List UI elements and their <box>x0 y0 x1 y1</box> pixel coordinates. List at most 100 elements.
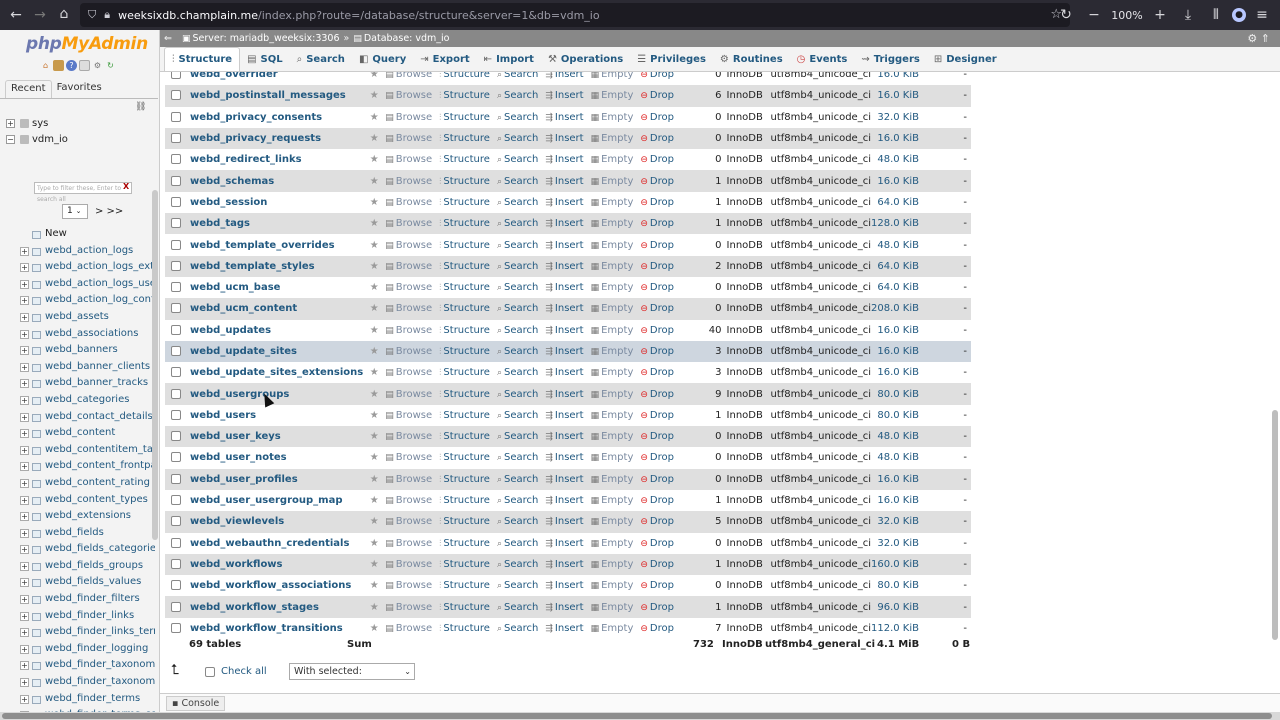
table-row[interactable]: webd_workflow_transitions ★ ▤ Browse ⫶ Struct… <box>165 617 971 639</box>
sidebar-item-label[interactable]: webd_action_logs_extensions <box>45 259 155 276</box>
sidebar-table-item[interactable]: + webd_banner_tracks <box>0 375 155 392</box>
browse-action[interactable]: ▤ Browse <box>385 112 432 123</box>
empty-action[interactable]: ▦ Empty <box>591 602 634 613</box>
expand-icon[interactable]: + <box>20 595 29 605</box>
row-checkbox[interactable] <box>171 601 181 612</box>
row-checkbox[interactable] <box>171 473 181 484</box>
table-size-cell[interactable]: 16.0 KiB <box>870 468 923 490</box>
browse-action[interactable]: ▤ Browse <box>385 410 432 421</box>
expand-icon[interactable]: + <box>20 528 29 538</box>
expand-icon[interactable]: + <box>20 661 29 671</box>
sidebar-table-item[interactable]: + webd_fields_categories <box>0 541 155 558</box>
sidebar-table-item[interactable]: + webd_action_logs_users <box>0 276 155 293</box>
insert-action[interactable]: ⇶ Insert <box>545 154 583 165</box>
search-action[interactable]: ⌕ Search <box>497 623 538 634</box>
profile-icon[interactable]: ● <box>1232 8 1246 22</box>
favorite-star-icon[interactable]: ★ <box>363 72 386 86</box>
docs-icon[interactable] <box>79 60 90 71</box>
table-name-link[interactable]: webd_users <box>190 410 256 421</box>
table-size-cell[interactable]: 64.0 KiB <box>870 255 923 277</box>
insert-action[interactable]: ⇶ Insert <box>545 474 583 485</box>
row-checkbox[interactable] <box>171 324 181 335</box>
favorite-star-icon[interactable]: ★ <box>363 213 386 235</box>
search-action[interactable]: ⌕ Search <box>497 452 538 463</box>
table-row[interactable]: webd_overrider ★ ▤ Browse ⫶ Structure ⌕ Search ⇶… <box>165 72 971 86</box>
drop-action[interactable]: ⊖ Drop <box>640 516 674 527</box>
favorite-star-icon[interactable]: ★ <box>363 106 386 128</box>
drop-action[interactable]: ⊖ Drop <box>640 346 674 357</box>
sidebar-table-item[interactable]: + webd_fields_groups <box>0 558 155 575</box>
favorite-star-icon[interactable]: ★ <box>363 426 386 448</box>
insert-action[interactable]: ⇶ Insert <box>545 602 583 613</box>
search-action[interactable]: ⌕ Search <box>497 176 538 187</box>
expand-icon[interactable]: + <box>20 329 29 339</box>
sidebar-item-label[interactable]: webd_contact_details <box>45 409 153 426</box>
browse-action[interactable]: ▤ Browse <box>385 474 432 485</box>
table-size-cell[interactable]: 16.0 KiB <box>870 72 923 86</box>
tab-privileges[interactable]: ☰ Privileges <box>630 47 713 71</box>
drop-action[interactable]: ⊖ Drop <box>640 580 674 591</box>
table-name-link[interactable]: webd_workflows <box>190 559 283 570</box>
browse-action[interactable]: ▤ Browse <box>385 389 432 400</box>
sidebar-item-label[interactable]: webd_finder_filters <box>45 591 140 608</box>
empty-action[interactable]: ▦ Empty <box>591 367 634 378</box>
db-label[interactable]: sys <box>32 116 48 132</box>
table-name-link[interactable]: webd_tags <box>190 218 250 229</box>
expand-icon[interactable]: + <box>20 694 29 704</box>
table-name-link[interactable]: webd_template_styles <box>190 261 315 272</box>
collapse-icon[interactable]: − <box>6 135 15 144</box>
sidebar-item-new[interactable]: New <box>0 226 155 243</box>
drop-action[interactable]: ⊖ Drop <box>640 474 674 485</box>
table-size-cell[interactable]: 16.0 KiB <box>870 489 923 512</box>
drop-action[interactable]: ⊖ Drop <box>640 495 674 506</box>
table-name-link[interactable]: webd_update_sites <box>190 346 297 357</box>
expand-icon[interactable]: + <box>20 279 29 289</box>
home-icon[interactable]: ⌂ <box>40 60 51 71</box>
expand-icon[interactable]: + <box>20 312 29 322</box>
structure-action[interactable]: ⫶ Structure <box>439 218 490 229</box>
insert-action[interactable]: ⇶ Insert <box>545 431 583 442</box>
table-size-cell[interactable]: 96.0 KiB <box>870 596 923 618</box>
insert-action[interactable]: ⇶ Insert <box>545 90 583 101</box>
structure-action[interactable]: ⫶ Structure <box>439 623 490 634</box>
browse-action[interactable]: ▤ Browse <box>385 282 432 293</box>
table-row[interactable]: webd_webauthn_credentials ★ ▤ Browse ⫶ Struct… <box>165 532 971 554</box>
row-checkbox[interactable] <box>171 196 181 207</box>
drop-action[interactable]: ⊖ Drop <box>640 559 674 570</box>
browse-action[interactable]: ▤ Browse <box>385 431 432 442</box>
collapse-arrow-icon[interactable]: ⇐ <box>164 33 172 44</box>
insert-action[interactable]: ⇶ Insert <box>545 538 583 549</box>
structure-action[interactable]: ⫶ Structure <box>439 112 490 123</box>
db-label[interactable]: vdm_io <box>32 132 68 148</box>
tree-db-sys[interactable]: + sys <box>4 116 159 132</box>
row-checkbox[interactable] <box>171 175 181 186</box>
clear-filter-icon[interactable]: X <box>123 182 129 191</box>
drop-action[interactable]: ⊖ Drop <box>640 218 674 229</box>
expand-icon[interactable]: + <box>20 478 29 488</box>
search-action[interactable]: ⌕ Search <box>497 580 538 591</box>
table-name-link[interactable]: webd_workflow_associations <box>190 580 351 591</box>
drop-action[interactable]: ⊖ Drop <box>640 133 674 144</box>
drop-action[interactable]: ⊖ Drop <box>640 261 674 272</box>
table-size-cell[interactable]: 32.0 KiB <box>870 511 923 533</box>
sidebar-table-item[interactable]: + webd_assets <box>0 309 155 326</box>
browse-action[interactable]: ▤ Browse <box>385 452 432 463</box>
structure-action[interactable]: ⫶ Structure <box>439 474 490 485</box>
drop-action[interactable]: ⊖ Drop <box>640 623 674 634</box>
table-name-link[interactable]: webd_workflow_transitions <box>190 623 343 634</box>
search-action[interactable]: ⌕ Search <box>497 72 538 80</box>
favorite-star-icon[interactable]: ★ <box>363 362 386 384</box>
search-action[interactable]: ⌕ Search <box>497 431 538 442</box>
settings-icon[interactable]: ⚙ ⇑ <box>1247 32 1270 45</box>
insert-action[interactable]: ⇶ Insert <box>545 261 583 272</box>
insert-action[interactable]: ⇶ Insert <box>545 133 583 144</box>
table-name-link[interactable]: webd_ucm_content <box>190 303 297 314</box>
breadcrumb-database[interactable]: Database: vdm_io <box>364 33 450 44</box>
zoom-in-icon[interactable]: + <box>1148 7 1172 23</box>
sidebar-item-label[interactable]: webd_content_types <box>45 492 148 509</box>
expand-icon[interactable]: + <box>20 628 29 638</box>
browse-action[interactable]: ▤ Browse <box>385 176 432 187</box>
expand-icon[interactable]: + <box>20 246 29 256</box>
structure-action[interactable]: ⫶ Structure <box>439 154 490 165</box>
sidebar-item-label[interactable]: webd_action_logs_users <box>45 276 155 293</box>
